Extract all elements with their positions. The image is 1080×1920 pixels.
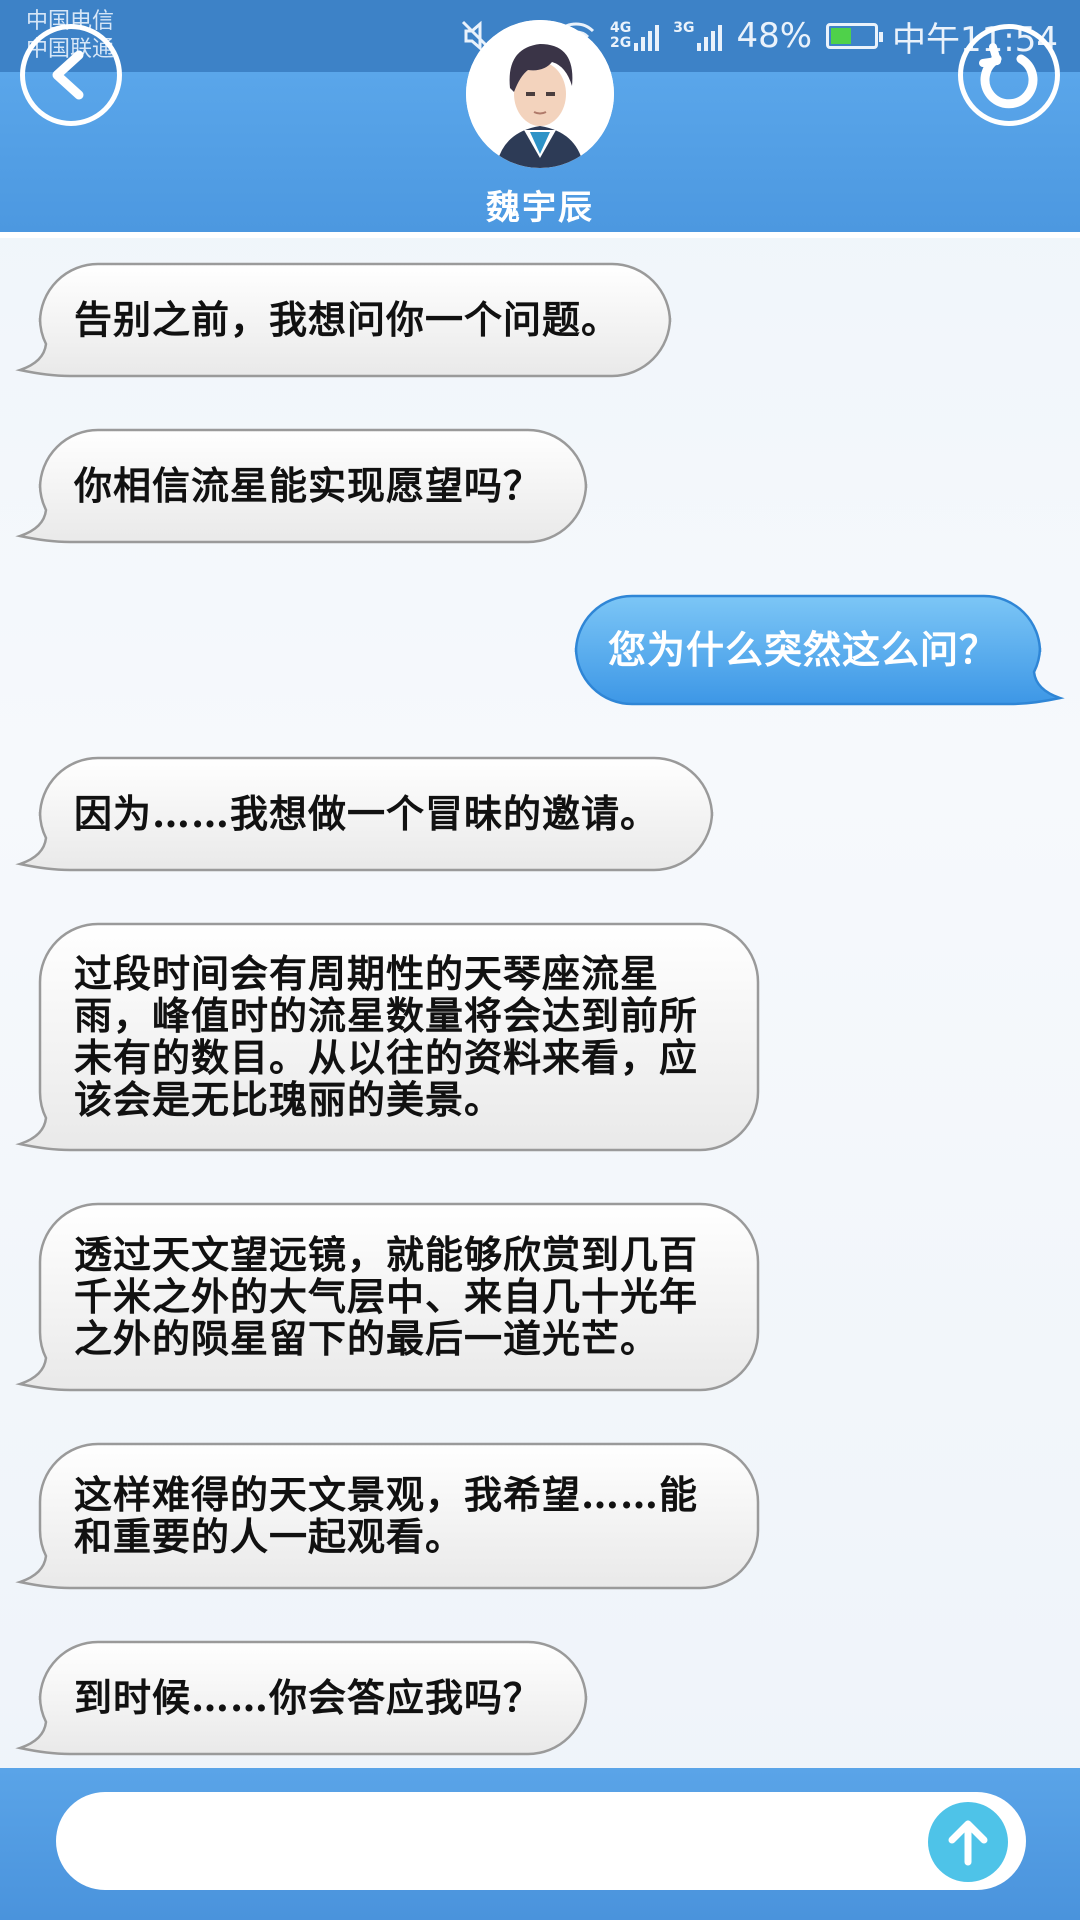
message-bubble-received: 这样难得的天文景观，我希望……能和重要的人一起观看。 — [15, 1442, 760, 1590]
message-text: 到时候……你会答应我吗？ — [74, 1675, 543, 1720]
battery-percent: 48% — [736, 16, 813, 56]
message-text: 这样难得的天文景观，我希望……能和重要的人一起观看。 — [74, 1472, 699, 1559]
message-bubble-received: 到时候……你会答应我吗？ — [15, 1640, 588, 1756]
signal-4g-icon: 4G 2G — [610, 21, 660, 51]
message-text: 告别之前，我想问你一个问题。 — [74, 297, 621, 342]
input-bar — [0, 1768, 1080, 1920]
back-button[interactable] — [20, 24, 122, 126]
message-text: 你相信流星能实现愿望吗？ — [74, 463, 543, 508]
message-bubble-received: 告别之前，我想问你一个问题。 — [15, 262, 672, 378]
message-bubble-received: 你相信流星能实现愿望吗？ — [15, 428, 588, 544]
chat-header: 魏宇辰 — [0, 20, 1080, 238]
chevron-left-icon — [52, 50, 84, 100]
message-bubble-received: 透过天文望远镜，就能够欣赏到几百千米之外的大气层中、来自几十光年之外的陨星留下的… — [15, 1202, 760, 1392]
message-text: 透过天文望远镜，就能够欣赏到几百千米之外的大气层中、来自几十光年之外的陨星留下的… — [74, 1232, 699, 1361]
message-text: 您为什么突然这么问？ — [608, 627, 999, 672]
battery-icon — [826, 23, 884, 49]
message-text: 过段时间会有周期性的天琴座流星雨，峰值时的流星数量将会达到前所未有的数目。从以往… — [74, 951, 699, 1122]
message-list: 告别之前，我想问你一个问题。 你相信流星能实现愿望吗？ 您为什么突然这么问？ 因… — [0, 238, 1080, 1762]
message-bubble-received: 过段时间会有周期性的天琴座流星雨，峰值时的流星数量将会达到前所未有的数目。从以往… — [15, 922, 760, 1152]
message-text: 因为……我想做一个冒昧的邀请。 — [74, 791, 660, 836]
send-button[interactable] — [928, 1802, 1008, 1882]
avatar-portrait — [466, 20, 614, 168]
signal-3g-icon: 3G — [673, 21, 723, 51]
message-input[interactable] — [56, 1792, 1026, 1890]
message-bubble-received: 因为……我想做一个冒昧的邀请。 — [15, 756, 714, 872]
refresh-icon — [979, 43, 1038, 109]
arrow-up-icon — [948, 1820, 988, 1866]
refresh-button[interactable] — [958, 24, 1060, 126]
avatar[interactable] — [466, 20, 614, 168]
message-bubble-sent: 您为什么突然这么问？ — [574, 594, 1065, 706]
contact-name: 魏宇辰 — [486, 188, 594, 228]
